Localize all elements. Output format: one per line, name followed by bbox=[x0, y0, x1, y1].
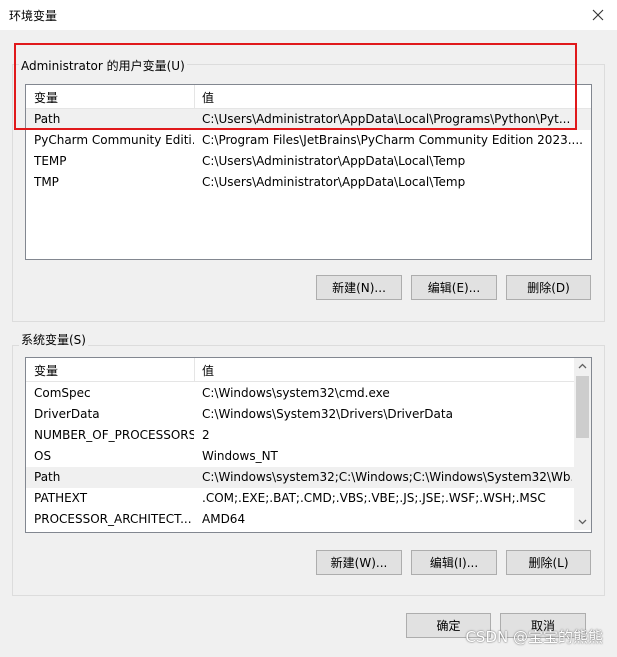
table-row[interactable]: NUMBER_OF_PROCESSORS 2 bbox=[26, 425, 574, 446]
window-title: 环境变量 bbox=[9, 9, 58, 23]
system-vars-header: 变量 值 bbox=[26, 358, 574, 382]
var-value: Windows_NT bbox=[202, 449, 278, 463]
close-icon bbox=[592, 9, 604, 21]
var-value: .COM;.EXE;.BAT;.CMD;.VBS;.VBE;.JS;.JSE;.… bbox=[202, 491, 546, 505]
list-item[interactable]: TMP C:\Users\Administrator\AppData\Local… bbox=[26, 172, 591, 193]
scroll-thumb[interactable] bbox=[576, 376, 589, 438]
system-vars-label: 系统变量(S) bbox=[19, 331, 88, 348]
close-button[interactable] bbox=[587, 4, 609, 26]
user-new-button[interactable]: 新建(N)... bbox=[316, 275, 402, 300]
var-name: PATHEXT bbox=[34, 491, 88, 505]
system-delete-button[interactable]: 删除(L) bbox=[506, 550, 591, 575]
var-value: AMD64 bbox=[202, 512, 246, 526]
user-delete-button[interactable]: 删除(D) bbox=[506, 275, 591, 300]
table-row[interactable]: DriverData C:\Windows\System32\Drivers\D… bbox=[26, 404, 574, 425]
var-name: PyCharm Community Editi... bbox=[34, 133, 194, 147]
var-value: C:\Windows\system32;C:\Windows;C:\Window… bbox=[202, 470, 572, 484]
var-value: 2 bbox=[202, 428, 210, 442]
table-row[interactable]: Path C:\Windows\system32;C:\Windows;C:\W… bbox=[26, 467, 574, 488]
watermark: CSDN @宝宝的熊熊 bbox=[465, 628, 603, 646]
column-header-name[interactable]: 变量 bbox=[34, 362, 58, 379]
user-edit-button[interactable]: 编辑(E)... bbox=[411, 275, 497, 300]
system-edit-button[interactable]: 编辑(I)... bbox=[411, 550, 497, 575]
table-row[interactable]: PROCESSOR_ARCHITECT... AMD64 bbox=[26, 509, 574, 530]
var-name: Path bbox=[34, 470, 61, 484]
var-name: TMP bbox=[34, 175, 59, 189]
table-row[interactable]: OS Windows_NT bbox=[26, 446, 574, 467]
system-new-button[interactable]: 新建(W)... bbox=[316, 550, 402, 575]
var-value: C:\Users\Administrator\AppData\Local\Tem… bbox=[202, 175, 466, 189]
var-value: C:\Program Files\JetBrains\PyCharm Commu… bbox=[202, 133, 583, 147]
scroll-up-icon[interactable] bbox=[574, 358, 591, 375]
var-name: OS bbox=[34, 449, 52, 463]
system-vars-list[interactable]: 变量 值 ComSpec C:\Windows\system32\cmd.exe… bbox=[25, 357, 592, 533]
list-item[interactable]: PyCharm Community Editi... C:\Program Fi… bbox=[26, 130, 591, 151]
highlight-box bbox=[14, 43, 577, 130]
table-row[interactable]: PATHEXT .COM;.EXE;.BAT;.CMD;.VBS;.VBE;.J… bbox=[26, 488, 574, 509]
list-item[interactable]: TEMP C:\Users\Administrator\AppData\Loca… bbox=[26, 151, 591, 172]
var-name: ComSpec bbox=[34, 386, 91, 400]
var-name: PROCESSOR_ARCHITECT... bbox=[34, 512, 192, 526]
var-name: NUMBER_OF_PROCESSORS bbox=[34, 428, 194, 442]
var-value: C:\Windows\System32\Drivers\DriverData bbox=[202, 407, 453, 421]
title-bar: 环境变量 bbox=[0, 0, 617, 30]
var-value: C:\Windows\system32\cmd.exe bbox=[202, 386, 390, 400]
var-value: C:\Users\Administrator\AppData\Local\Tem… bbox=[202, 154, 466, 168]
table-row[interactable]: ComSpec C:\Windows\system32\cmd.exe bbox=[26, 383, 574, 404]
column-header-value[interactable]: 值 bbox=[202, 362, 214, 379]
vertical-scrollbar[interactable] bbox=[574, 358, 591, 530]
var-name: DriverData bbox=[34, 407, 100, 421]
var-name: TEMP bbox=[34, 154, 67, 168]
scroll-down-icon[interactable] bbox=[574, 513, 591, 530]
